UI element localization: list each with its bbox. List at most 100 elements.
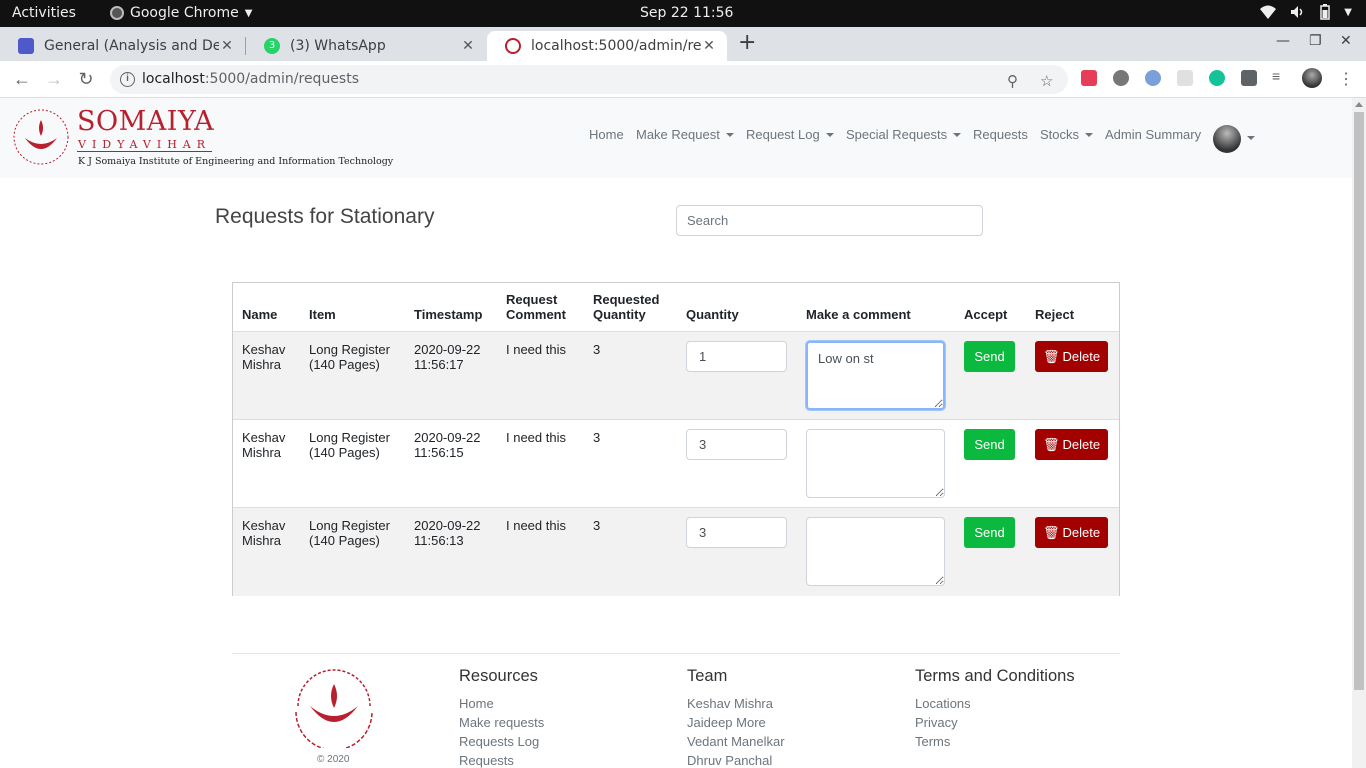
reload-button[interactable]: ↻: [76, 69, 96, 89]
system-tray[interactable]: ▼: [1260, 4, 1352, 20]
close-window-button[interactable]: ✕: [1340, 33, 1352, 49]
somaiya-logo-icon[interactable]: [12, 108, 70, 166]
media-icon[interactable]: ≡: [1272, 68, 1288, 84]
nav-request-log[interactable]: Request Log: [746, 127, 834, 142]
quantity-input[interactable]: [686, 517, 787, 548]
nav-label: Make Request: [636, 127, 720, 142]
close-icon[interactable]: ✕: [701, 38, 717, 54]
clock[interactable]: Sep 22 11:56: [640, 5, 733, 21]
site-navbar: SOMAIYA VIDYAVIHAR K J Somaiya Institute…: [0, 98, 1352, 178]
footer-link[interactable]: Home: [459, 694, 544, 713]
close-icon[interactable]: ✕: [219, 38, 235, 54]
send-button[interactable]: Send: [964, 341, 1015, 372]
wifi-icon: [1260, 5, 1277, 19]
footer-link[interactable]: Requests Log: [459, 732, 544, 751]
footer-link[interactable]: Jaideep More: [687, 713, 785, 732]
brand-name[interactable]: SOMAIYA: [77, 106, 214, 137]
user-avatar[interactable]: [1213, 125, 1241, 153]
nav-make-request[interactable]: Make Request: [636, 127, 734, 142]
extension-icon[interactable]: [1145, 70, 1161, 86]
minimize-button[interactable]: —: [1276, 33, 1290, 49]
app-name: Google Chrome: [130, 5, 239, 21]
scroll-up-arrow-icon[interactable]: [1355, 102, 1363, 107]
trash-icon: 🗑: [1042, 436, 1060, 452]
cell-request-comment: I need this: [506, 430, 566, 445]
puzzle-icon[interactable]: [1241, 70, 1257, 86]
cell-timestamp: 2020-09-22 11:56:15: [414, 430, 481, 460]
new-tab-button[interactable]: +: [738, 30, 756, 55]
footer-column-resources: Resources Home Make requests Requests Lo…: [459, 667, 544, 768]
activities-button[interactable]: Activities: [12, 5, 76, 21]
comment-textarea[interactable]: [806, 429, 945, 498]
column-header: Name: [242, 307, 278, 322]
footer-link[interactable]: Requests: [459, 751, 544, 768]
caret-down-icon: [725, 132, 734, 137]
bug-icon[interactable]: [1113, 70, 1129, 86]
grammarly-icon[interactable]: [1209, 70, 1225, 86]
page-scrollbar[interactable]: [1352, 98, 1366, 768]
more-menu-icon[interactable]: ⋮: [1336, 69, 1356, 89]
browser-toolbar: ← → ↻ i localhost:5000/admin/requests ⚲ …: [0, 61, 1366, 98]
close-icon[interactable]: ✕: [460, 38, 476, 54]
extension-icon[interactable]: [1177, 70, 1193, 86]
pocket-icon[interactable]: [1081, 70, 1097, 86]
cell-item: Long Register (140 Pages): [309, 518, 390, 548]
scrollbar-thumb[interactable]: [1354, 112, 1364, 690]
trash-icon: 🗑: [1042, 524, 1060, 540]
trash-icon: 🗑: [1042, 348, 1060, 364]
brand-subtitle: VIDYAVIHAR: [78, 138, 212, 151]
maximize-button[interactable]: ❐: [1309, 33, 1322, 49]
footer-link[interactable]: Keshav Mishra: [687, 694, 785, 713]
footer-link[interactable]: Privacy: [915, 713, 1075, 732]
nav-requests[interactable]: Requests: [973, 127, 1028, 142]
search-input[interactable]: [676, 205, 983, 236]
caret-down-icon: [953, 132, 962, 137]
page-title: Requests for Stationary: [215, 205, 435, 228]
footer-link[interactable]: Vedant Manelkar: [687, 732, 785, 751]
comment-textarea[interactable]: Low on st: [806, 341, 945, 410]
cell-item: Long Register (140 Pages): [309, 430, 390, 460]
delete-label: Delete: [1062, 349, 1101, 364]
footer-link[interactable]: Make requests: [459, 713, 544, 732]
cell-request-comment: I need this: [506, 342, 566, 357]
column-header: Reject: [1035, 307, 1075, 322]
profile-avatar[interactable]: [1302, 68, 1322, 88]
delete-button[interactable]: 🗑 Delete: [1035, 341, 1108, 372]
footer-column-team: Team Keshav Mishra Jaideep More Vedant M…: [687, 667, 785, 768]
chrome-icon: [110, 6, 124, 20]
delete-button[interactable]: 🗑 Delete: [1035, 429, 1108, 460]
address-bar[interactable]: i localhost:5000/admin/requests ⚲ ☆: [110, 65, 1068, 94]
footer-link[interactable]: Dhruv Panchal: [687, 751, 785, 768]
tab-teams[interactable]: General (Analysis and Des ✕: [0, 31, 245, 61]
cell-name: Keshav Mishra: [242, 518, 286, 548]
nav-label: Stocks: [1040, 127, 1080, 142]
tab-whatsapp[interactable]: 3 (3) WhatsApp ✕: [246, 31, 486, 61]
nav-special-requests[interactable]: Special Requests: [846, 127, 962, 142]
url-text[interactable]: localhost:5000/admin/requests: [142, 71, 359, 87]
nav-label: Admin Summary: [1105, 127, 1202, 142]
teams-icon: [18, 38, 34, 54]
send-button[interactable]: Send: [964, 517, 1015, 548]
delete-label: Delete: [1062, 525, 1101, 540]
quantity-input[interactable]: [686, 429, 787, 460]
footer-divider: [232, 653, 1120, 654]
tab-title: (3) WhatsApp: [290, 38, 386, 54]
bookmark-star-icon[interactable]: ☆: [1040, 72, 1053, 90]
nav-home[interactable]: Home: [589, 127, 624, 142]
info-icon[interactable]: i: [120, 72, 135, 87]
back-button[interactable]: ←: [12, 69, 32, 89]
zoom-icon[interactable]: ⚲: [1007, 72, 1018, 90]
caret-down-icon[interactable]: [1247, 136, 1255, 140]
comment-textarea[interactable]: [806, 517, 945, 586]
delete-button[interactable]: 🗑 Delete: [1035, 517, 1108, 548]
quantity-input[interactable]: [686, 341, 787, 372]
footer-link[interactable]: Terms: [915, 732, 1075, 751]
nav-admin-summary[interactable]: Admin Summary: [1105, 127, 1201, 142]
nav-stocks[interactable]: Stocks: [1040, 127, 1094, 142]
footer-link[interactable]: Locations: [915, 694, 1075, 713]
url-path: :5000/admin/requests: [204, 71, 360, 87]
tab-localhost[interactable]: localhost:5000/admin/req ✕: [487, 31, 727, 61]
forward-button[interactable]: →: [44, 69, 64, 89]
app-menu[interactable]: Google Chrome ▼: [110, 5, 252, 21]
send-button[interactable]: Send: [964, 429, 1015, 460]
